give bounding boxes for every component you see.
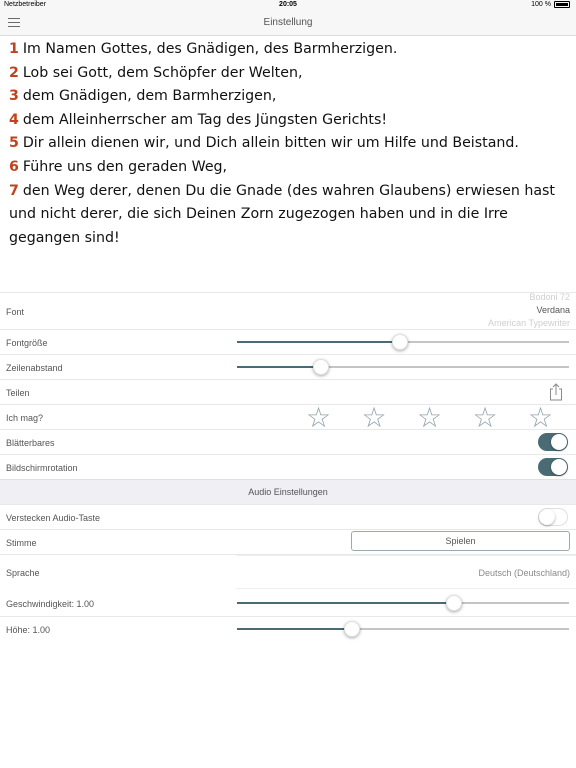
verse-text: Im Namen Gottes, des Gnädigen, des Barmh…: [22, 41, 398, 57]
verse-text: dem Gnädigen, dem Barmherzigen,: [22, 88, 277, 105]
font-size-row: Fontgröße: [0, 329, 576, 354]
font-label: Font: [6, 307, 25, 317]
hide-audio-button-row: Verstecken Audio-Taste: [0, 504, 576, 529]
verse-number: 2: [9, 64, 19, 81]
font-option-next[interactable]: American Typewriter: [488, 317, 570, 329]
verse-number: 5: [9, 135, 19, 152]
font-size-slider[interactable]: [237, 334, 569, 350]
verse-number: 6: [9, 158, 19, 175]
language-label: Sprache: [6, 568, 40, 578]
font-size-label: Fontgröße: [6, 338, 48, 348]
verse-7: 7 den Weg derer, denen Du die Gnade (des …: [9, 180, 569, 251]
star-outline-icon[interactable]: ☆: [528, 404, 576, 432]
page-title: Einstellung: [263, 17, 313, 28]
font-option-selected[interactable]: Verdana: [488, 304, 570, 317]
play-button[interactable]: Spielen: [351, 531, 570, 551]
language-value[interactable]: Deutsch (Deutschland): [478, 568, 570, 578]
verse-4: 4 dem Alleinherrscher am Tag des Jüngsten…: [9, 109, 569, 133]
rating-row: Ich mag? ☆ ☆ ☆ ☆ ☆: [0, 404, 576, 432]
speed-row: Geschwindigkeit: 1.00: [0, 591, 576, 616]
font-option-previous[interactable]: Bodoni 72: [488, 293, 570, 304]
verse-5: 5 Dir allein dienen wir, und Dich allein …: [9, 132, 569, 156]
voice-label: Stimme: [6, 538, 37, 548]
star-rating[interactable]: ☆ ☆ ☆ ☆ ☆: [306, 404, 576, 432]
verse-text: Dir allein dienen wir, und Dich allein b…: [22, 135, 519, 152]
verse-number: 3: [9, 88, 19, 105]
verse-1: 1 Im Namen Gottes, des Gnädigen, des Barm…: [9, 38, 569, 62]
verse-preview: 1 Im Namen Gottes, des Gnädigen, des Barm…: [9, 38, 569, 250]
battery-icon: [554, 1, 570, 8]
voice-row: Stimme Spielen: [0, 529, 576, 554]
pitch-label: Höhe: 1.00: [6, 625, 51, 635]
verse-text: dem Alleinherrscher am Tag des Jüngsten …: [22, 111, 388, 128]
rotation-row: Bildschirmrotation: [0, 454, 576, 479]
star-outline-icon[interactable]: ☆: [362, 404, 418, 432]
verse-number: 7: [9, 182, 19, 199]
battery-percent: 100 %: [531, 1, 551, 8]
slider-thumb[interactable]: [445, 595, 462, 611]
star-outline-icon[interactable]: ☆: [306, 404, 362, 432]
verse-6: 6 Führe uns den geraden Weg,: [9, 156, 569, 180]
verse-2: 2 Lob sei Gott, dem Schöpfer der Welten,: [9, 62, 569, 86]
verse-text: Führe uns den geraden Weg,: [22, 158, 228, 175]
rotation-toggle[interactable]: [538, 458, 568, 476]
verse-text: Lob sei Gott, dem Schöpfer der Welten,: [22, 64, 303, 81]
font-picker[interactable]: Bodoni 72 Verdana American Typewriter: [488, 293, 570, 329]
paging-toggle[interactable]: [538, 433, 568, 451]
verse-number: 1: [9, 41, 19, 57]
paging-label: Blätterbares: [6, 438, 55, 448]
hide-audio-button-toggle[interactable]: [538, 508, 568, 526]
rotation-label: Bildschirmrotation: [6, 463, 78, 473]
speed-label: Geschwindigkeit: 1.00: [6, 599, 95, 609]
line-spacing-label: Zeilenabstand: [6, 363, 63, 373]
battery-indicator: 100 %: [531, 1, 570, 8]
verse-3: 3 dem Gnädigen, dem Barmherzigen,: [9, 85, 569, 109]
status-bar: Netzbetreiber 20:05 100 %: [0, 0, 576, 12]
like-label: Ich mag?: [6, 413, 44, 423]
navigation-bar: Einstellung: [0, 12, 576, 36]
line-spacing-row: Zeilenabstand: [0, 354, 576, 379]
slider-thumb[interactable]: [391, 334, 408, 350]
settings-panel: Font Bodoni 72 Verdana American Typewrit…: [0, 292, 576, 641]
pitch-slider[interactable]: [237, 621, 569, 637]
clock: 20:05: [279, 1, 297, 8]
audio-section-header: Audio Einstellungen: [0, 479, 576, 504]
star-outline-icon[interactable]: ☆: [473, 404, 529, 432]
line-spacing-slider[interactable]: [237, 359, 569, 375]
hide-audio-button-label: Verstecken Audio-Taste: [6, 513, 101, 523]
share-row[interactable]: Teilen: [0, 379, 576, 404]
slider-thumb[interactable]: [312, 359, 329, 375]
verse-number: 4: [9, 111, 19, 128]
speed-slider[interactable]: [237, 595, 569, 611]
slider-thumb[interactable]: [344, 621, 361, 637]
pitch-row: Höhe: 1.00: [0, 616, 576, 641]
star-outline-icon[interactable]: ☆: [417, 404, 473, 432]
share-label: Teilen: [6, 388, 30, 398]
font-row: Font Bodoni 72 Verdana American Typewrit…: [0, 292, 576, 329]
verse-text: den Weg derer, denen Du die Gnade (des w…: [9, 182, 555, 246]
paging-row: Blätterbares: [0, 429, 576, 454]
share-icon[interactable]: [548, 383, 564, 401]
language-row[interactable]: Sprache Deutsch (Deutschland): [0, 554, 576, 591]
